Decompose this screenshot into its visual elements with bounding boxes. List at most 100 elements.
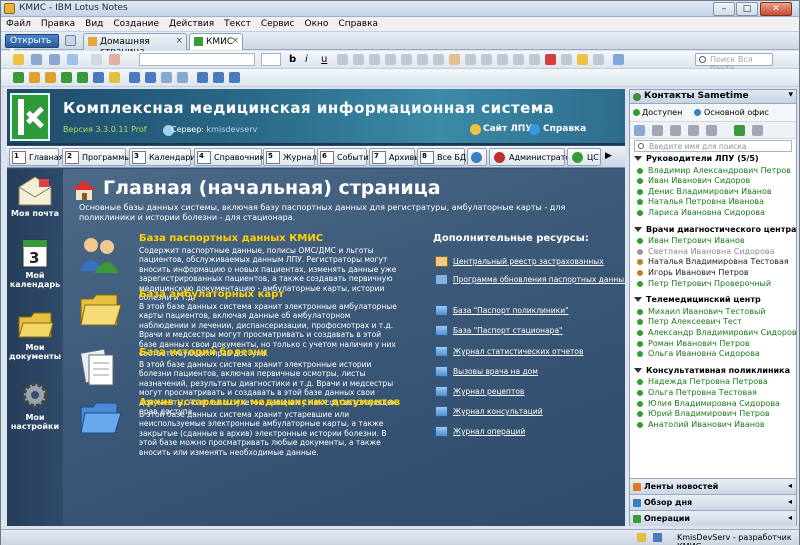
server-status-icon[interactable]: [653, 533, 662, 542]
text-color-icon[interactable]: [449, 54, 460, 65]
news-feeds-panel[interactable]: Ленты новостей ◂: [630, 478, 796, 494]
contact-item[interactable]: Игорь Иванович Петров: [634, 268, 749, 277]
align-left-icon[interactable]: [337, 54, 348, 65]
tab-home-page[interactable]: Домашняя страница ×: [83, 33, 187, 57]
section-title[interactable]: База паспортных данных КМИС: [139, 233, 323, 244]
maximize-button[interactable]: □: [736, 2, 758, 16]
section-title[interactable]: База историй болезни: [139, 347, 267, 358]
unread-icon[interactable]: [129, 72, 140, 83]
contact-item[interactable]: Михаил Иванович Тестовый: [634, 307, 766, 316]
menu-text[interactable]: Текст: [219, 17, 256, 29]
close-tab-icon[interactable]: ×: [175, 36, 183, 46]
arrow-down-icon[interactable]: [29, 72, 40, 83]
read-icon[interactable]: [145, 72, 156, 83]
print-icon[interactable]: [91, 54, 102, 65]
contact-item[interactable]: Светлана Ивановна Сидорова: [634, 247, 775, 256]
contact-item[interactable]: Петр Алексеевич Тест: [634, 317, 742, 326]
workspace-icon[interactable]: [65, 35, 76, 46]
bold-icon[interactable]: b: [289, 54, 300, 65]
outdent-icon[interactable]: [433, 54, 444, 65]
operations-panel[interactable]: Операции ◂: [630, 510, 796, 526]
copy-icon[interactable]: [161, 72, 172, 83]
contact-group[interactable]: Врачи диагностического центра: [632, 225, 796, 234]
contact-item[interactable]: Петр Петрович Проверочный: [634, 279, 771, 288]
numbering-icon[interactable]: [401, 54, 412, 65]
refresh-icon[interactable]: [13, 72, 24, 83]
meeting-icon[interactable]: [688, 125, 699, 136]
style-combo[interactable]: [139, 53, 255, 66]
nav-main[interactable]: 1 Главная: [9, 148, 64, 166]
indent-icon[interactable]: [417, 54, 428, 65]
menu-window[interactable]: Окно: [299, 17, 333, 29]
chat-icon[interactable]: [634, 125, 645, 136]
find-icon[interactable]: [561, 54, 572, 65]
add-contact-icon[interactable]: [734, 125, 745, 136]
menu-file[interactable]: Файл: [1, 17, 36, 29]
resource-link[interactable]: Программа обновления паспортных данных: [435, 274, 625, 285]
nav-programs[interactable]: 2 Программы: [62, 148, 131, 166]
my-calendar[interactable]: 3 Мой календарь: [9, 237, 61, 289]
nav-administrator[interactable]: Администратор: [489, 148, 575, 166]
font-size-combo[interactable]: [261, 53, 281, 66]
contact-item[interactable]: Наталья Владимировна Тестовая: [634, 257, 789, 266]
status-icon[interactable]: [637, 533, 646, 542]
forward-icon[interactable]: [49, 54, 60, 65]
section-title[interactable]: Архив устаревших медицинских документов: [139, 397, 400, 408]
link-icon[interactable]: [670, 125, 681, 136]
new-memo-icon[interactable]: [13, 54, 24, 65]
next-icon[interactable]: [61, 72, 72, 83]
align-right-icon[interactable]: [369, 54, 380, 65]
close-tab-icon[interactable]: ×: [231, 36, 239, 46]
contact-group[interactable]: Телемедицинский центр: [632, 295, 761, 304]
location-dropdown[interactable]: Основной офис: [704, 108, 769, 117]
italic-icon[interactable]: i: [305, 54, 316, 65]
spell-check-icon[interactable]: [529, 54, 540, 65]
contact-search-input[interactable]: Введите имя для поиска: [634, 140, 792, 152]
sidebar-toggle-icon[interactable]: [613, 54, 624, 65]
contact-group[interactable]: Руководители ЛПУ (5/5): [632, 154, 759, 163]
resource-link[interactable]: Журнал консультаций: [435, 406, 543, 417]
close-button[interactable]: ✕: [760, 2, 792, 16]
contact-item[interactable]: Ольга Петровна Тестовая: [634, 388, 757, 397]
contact-item[interactable]: Владимир Александрович Петров: [634, 166, 791, 175]
contact-item[interactable]: Роман Иванович Петров: [634, 339, 750, 348]
delete-icon[interactable]: [545, 54, 556, 65]
status-dropdown[interactable]: Доступен: [642, 108, 682, 117]
menu-help[interactable]: Справка: [333, 17, 383, 29]
day-overview-panel[interactable]: Обзор дня ◂: [630, 494, 796, 510]
bullets-icon[interactable]: [385, 54, 396, 65]
file-icon[interactable]: [706, 125, 717, 136]
previous-icon[interactable]: [77, 72, 88, 83]
binoculars-icon[interactable]: [197, 72, 208, 83]
resource-link[interactable]: Вызовы врача на дом: [435, 366, 538, 377]
contact-item[interactable]: Денис Владимирович Иванов: [634, 187, 772, 196]
nav-archives[interactable]: 7 Архивы: [369, 148, 421, 166]
contact-item[interactable]: Ольга Ивановна Сидорова: [634, 349, 760, 358]
sidebar-menu-icon[interactable]: ▾: [788, 90, 793, 100]
contact-group[interactable]: Консультативная поликлиника: [632, 366, 790, 375]
nav-journals[interactable]: 5 Журналы: [263, 148, 323, 166]
align-center-icon[interactable]: [353, 54, 364, 65]
nav-globe[interactable]: [467, 148, 487, 166]
resource-link[interactable]: Журнал операций: [435, 426, 525, 437]
menu-edit[interactable]: Правка: [36, 17, 80, 29]
underline-icon[interactable]: u: [321, 54, 332, 65]
options-icon[interactable]: [752, 125, 763, 136]
contact-item[interactable]: Наталья Петровна Иванова: [634, 197, 764, 206]
contact-item[interactable]: Иван Петрович Иванов: [634, 236, 745, 245]
nav-cs[interactable]: ЦС: [567, 148, 601, 166]
bookmark-icon[interactable]: [577, 54, 588, 65]
menu-create[interactable]: Создание: [108, 17, 164, 29]
contact-item[interactable]: Анатолий Иванович Иванов: [634, 420, 765, 429]
call-icon[interactable]: [652, 125, 663, 136]
contact-item[interactable]: Александр Владимирович Сидоров: [634, 328, 797, 337]
contact-item[interactable]: Юлия Владимировна Сидорова: [634, 399, 780, 408]
resource-link[interactable]: База "Паспорт стационара": [435, 325, 563, 336]
binoculars-next-icon[interactable]: [213, 72, 224, 83]
menu-view[interactable]: Вид: [80, 17, 108, 29]
attach-icon[interactable]: [497, 54, 508, 65]
save-icon[interactable]: [67, 54, 78, 65]
site-link[interactable]: Сайт ЛПУ: [483, 124, 532, 134]
section-title[interactable]: База амбулаторных карт: [139, 289, 284, 300]
nav-events[interactable]: 6 События: [317, 148, 373, 166]
